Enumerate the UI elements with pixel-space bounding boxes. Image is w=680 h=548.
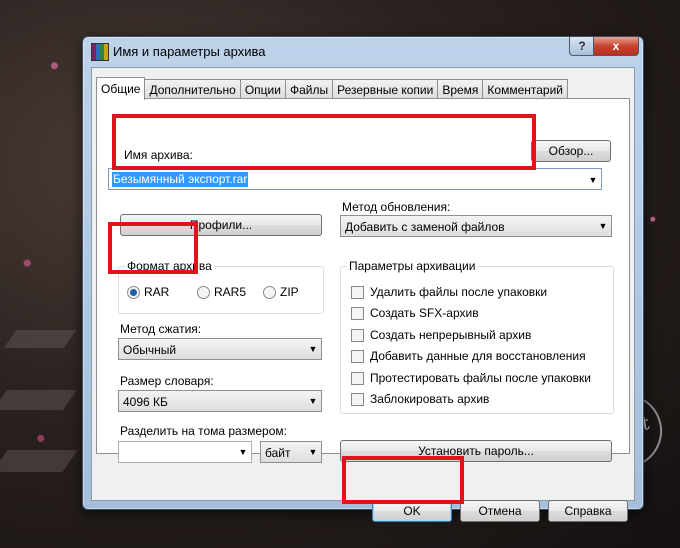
radio-rar-label: RAR — [144, 285, 170, 299]
browse-button[interactable]: Обзор... — [531, 140, 611, 162]
archive-name-input[interactable]: Безымянный экспорт.rar ▼ — [108, 168, 602, 190]
window-title: Имя и параметры архива — [113, 44, 266, 59]
radio-rar5-label: RAR5 — [214, 285, 247, 299]
tab-comment[interactable]: Комментарий — [482, 79, 569, 99]
close-button[interactable]: x — [593, 37, 639, 56]
checkbox-indicator — [351, 306, 364, 320]
background-stripe — [3, 330, 77, 348]
dictionary-size-select[interactable]: 4096 КБ ▼ — [118, 390, 322, 412]
params-group: Параметры архивации Удалить файлы после … — [340, 259, 614, 414]
checkbox-label: Протестировать файлы после упаковки — [370, 371, 591, 385]
highlight-format-rar — [108, 222, 198, 274]
highlight-ok-button — [342, 456, 464, 504]
split-volumes-input[interactable]: ▼ — [118, 441, 252, 463]
tab-options[interactable]: Опции — [239, 79, 286, 99]
background-stripe — [0, 450, 78, 472]
split-unit-value: байт — [265, 446, 291, 460]
checkbox-delete-after[interactable]: Удалить файлы после упаковки — [351, 285, 547, 299]
highlight-archive-name — [112, 114, 536, 170]
tab-backup[interactable]: Резервные копии — [332, 79, 439, 99]
compression-value: Обычный — [123, 343, 177, 357]
radio-rar[interactable]: RAR — [127, 285, 169, 299]
radio-rar5-indicator — [197, 285, 210, 299]
update-method-value: Добавить с заменой файлов — [345, 220, 505, 234]
checkbox-indicator — [351, 328, 364, 342]
radio-zip-indicator — [263, 285, 276, 299]
radio-zip-label: ZIP — [280, 285, 299, 299]
radio-rar-indicator — [127, 285, 140, 299]
cancel-button[interactable]: Отмена — [460, 500, 540, 522]
title-bar[interactable]: Имя и параметры архива ? x — [83, 37, 643, 65]
checkbox-indicator — [351, 349, 364, 363]
radio-rar5[interactable]: RAR5 — [197, 285, 246, 299]
compression-label: Метод сжатия: — [120, 322, 202, 336]
help-button[interactable]: Справка — [548, 500, 628, 522]
split-volumes-label: Разделить на тома размером: — [120, 424, 287, 438]
tab-strip: Общие Дополнительно Опции Файлы Резервны… — [96, 77, 569, 100]
checkbox-label: Удалить файлы после упаковки — [370, 285, 548, 299]
winrar-icon — [91, 43, 109, 61]
chevron-down-icon: ▼ — [308, 396, 318, 406]
chevron-down-icon: ▼ — [308, 447, 318, 457]
params-group-title: Параметры архивации — [347, 259, 478, 273]
tab-general[interactable]: Общие — [96, 77, 146, 100]
checkbox-label: Добавить данные для восстановления — [370, 349, 586, 363]
archive-name-value: Безымянный экспорт.rar — [112, 172, 249, 187]
tab-files[interactable]: Файлы — [284, 79, 334, 99]
checkbox-label: Создать SFX-архив — [370, 306, 479, 320]
chevron-down-icon[interactable]: ▼ — [585, 170, 601, 190]
checkbox-indicator — [351, 285, 364, 299]
update-method-label: Метод обновления: — [342, 200, 451, 214]
chevron-down-icon: ▼ — [598, 221, 608, 231]
tab-time[interactable]: Время — [437, 79, 484, 99]
split-unit-select[interactable]: байт ▼ — [260, 441, 322, 463]
chevron-down-icon: ▼ — [308, 344, 318, 354]
checkbox-recovery-record[interactable]: Добавить данные для восстановления — [351, 349, 586, 363]
dictionary-size-label: Размер словаря: — [120, 374, 214, 388]
radio-zip[interactable]: ZIP — [263, 285, 299, 299]
checkbox-test-files[interactable]: Протестировать файлы после упаковки — [351, 371, 591, 385]
update-method-select[interactable]: Добавить с заменой файлов ▼ — [340, 215, 612, 237]
checkbox-solid-archive[interactable]: Создать непрерывный архив — [351, 328, 531, 342]
checkbox-create-sfx[interactable]: Создать SFX-архив — [351, 306, 479, 320]
chevron-down-icon[interactable]: ▼ — [235, 442, 251, 462]
checkbox-indicator — [351, 392, 364, 406]
background-stripe — [0, 390, 78, 410]
dictionary-size-value: 4096 КБ — [123, 395, 168, 409]
checkbox-lock-archive[interactable]: Заблокировать архив — [351, 392, 489, 406]
help-title-button[interactable]: ? — [569, 37, 595, 56]
checkbox-label: Заблокировать архив — [370, 392, 490, 406]
checkbox-indicator — [351, 371, 364, 385]
compression-select[interactable]: Обычный ▼ — [118, 338, 322, 360]
tab-advanced[interactable]: Дополнительно — [144, 79, 241, 99]
checkbox-label: Создать непрерывный архив — [370, 328, 532, 342]
